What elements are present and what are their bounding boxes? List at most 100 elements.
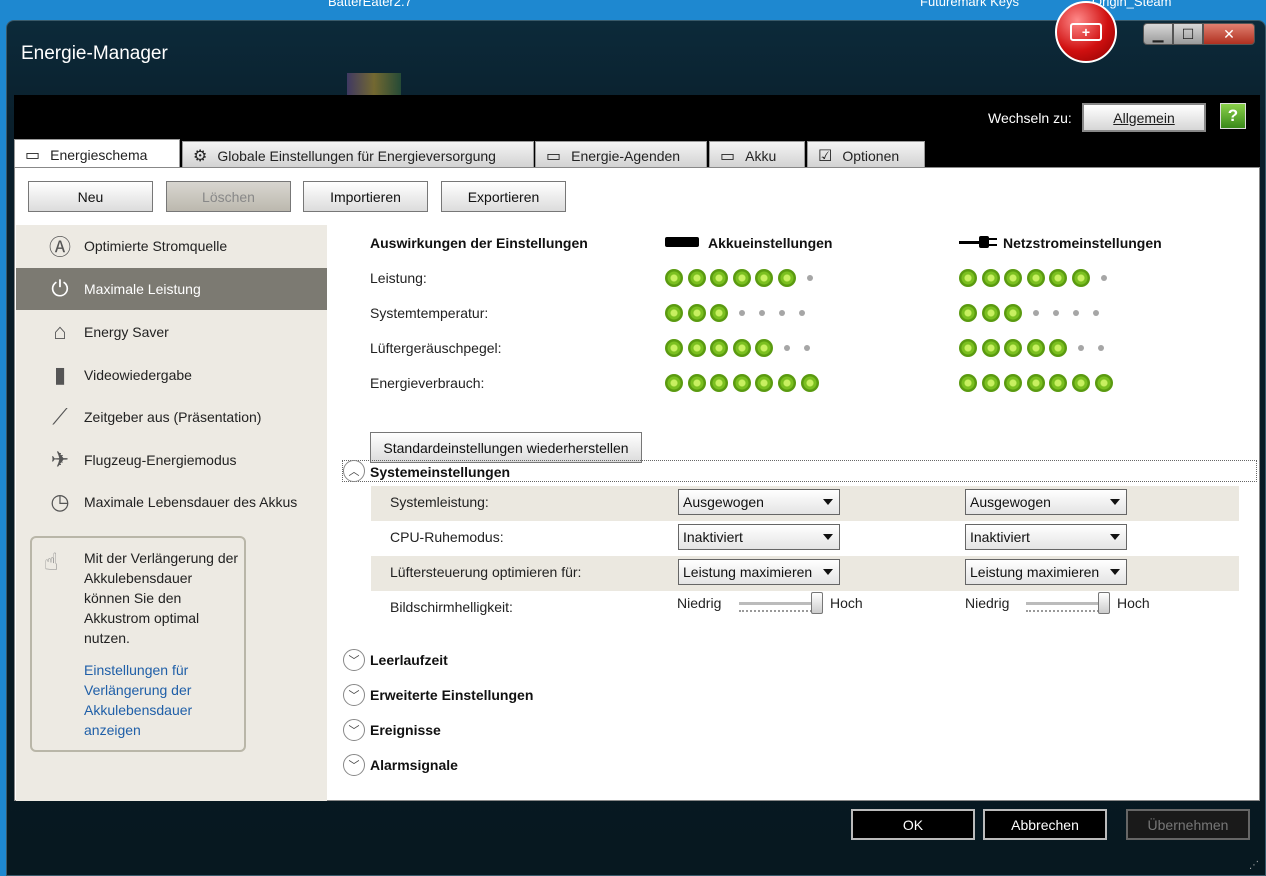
level-dot-on xyxy=(687,269,706,287)
dropdown-arrow-icon xyxy=(823,534,833,540)
tab-options[interactable]: ☑ Optionen xyxy=(807,141,925,169)
maximize-button[interactable]: ☐ xyxy=(1173,23,1203,45)
level-dot-off xyxy=(1077,345,1084,351)
level-dot-on xyxy=(665,304,683,322)
level-dot-off xyxy=(758,310,765,316)
sidebar-item-video[interactable]: ▮ Videowiedergabe xyxy=(16,354,327,396)
effect-row-label: Lüftergeräuschpegel: xyxy=(370,340,502,356)
tab-global-settings[interactable]: ⚙ Globale Einstellungen für Energieverso… xyxy=(182,141,534,169)
collapse-icon[interactable]: ︿ xyxy=(343,460,365,482)
level-dot-off xyxy=(1052,310,1059,316)
level-dot-on xyxy=(1049,269,1068,287)
background-thumbnail xyxy=(347,73,401,95)
import-button[interactable]: Importieren xyxy=(303,181,428,212)
sidebar-item-presentation[interactable]: ⟋ Zeitgeber aus (Präsentation) xyxy=(16,396,327,438)
slider-thumb[interactable] xyxy=(1098,592,1110,614)
desktop-icon-label: Futuremark Keys xyxy=(920,0,1019,9)
expand-icon[interactable]: ﹀ xyxy=(343,719,365,741)
ac-fan-control-select[interactable]: Leistung maximieren xyxy=(965,559,1127,585)
delete-button[interactable]: Löschen xyxy=(166,181,291,212)
level-dot-on xyxy=(959,374,977,392)
level-dot-on xyxy=(981,304,1000,322)
ok-button[interactable]: OK xyxy=(851,809,975,840)
desktop-icon-label: BatterEater2.7 xyxy=(328,0,412,9)
level-dot-on xyxy=(732,374,751,392)
apply-button[interactable]: Übernehmen xyxy=(1126,809,1250,840)
level-dot-on xyxy=(1071,374,1090,392)
section-idle-time[interactable]: Leerlaufzeit xyxy=(370,652,448,668)
export-button[interactable]: Exportieren xyxy=(441,181,566,212)
close-button[interactable]: ✕ xyxy=(1203,23,1255,45)
sidebar-item-airplane[interactable]: ✈ Flugzeug-Energiemodus xyxy=(16,439,327,481)
level-dot-on xyxy=(981,269,1000,287)
expand-icon[interactable]: ﹀ xyxy=(343,754,365,776)
level-dot-on xyxy=(959,269,977,287)
level-dot-off xyxy=(1097,345,1104,351)
section-events[interactable]: Ereignisse xyxy=(370,722,441,738)
level-dot-on xyxy=(665,269,683,287)
select-value: Inaktiviert xyxy=(683,529,743,545)
level-dot-off xyxy=(1072,310,1079,316)
dropdown-arrow-icon xyxy=(823,499,833,505)
slider-thumb[interactable] xyxy=(811,592,823,614)
expand-icon[interactable]: ﹀ xyxy=(343,649,365,671)
brightness-high-label: Hoch xyxy=(830,595,863,611)
ac-brightness-slider[interactable] xyxy=(1026,592,1110,618)
ac-performance-select[interactable]: Ausgewogen xyxy=(965,489,1127,515)
help-icon[interactable]: ? xyxy=(1220,103,1246,129)
setting-label: CPU-Ruhemodus: xyxy=(390,529,504,545)
tab-battery[interactable]: ▭ Akku xyxy=(709,141,805,169)
battery-icon: + xyxy=(1070,23,1102,41)
sidebar-item-label: Energy Saver xyxy=(84,324,169,340)
new-button[interactable]: Neu xyxy=(28,181,153,212)
level-dot-on xyxy=(777,374,796,392)
battery-level-indicator xyxy=(665,304,813,322)
expand-icon[interactable]: ﹀ xyxy=(343,684,365,706)
battery-fan-control-select[interactable]: Leistung maximieren xyxy=(678,559,840,585)
sidebar-item-max-performance[interactable]: ⏻ Maximale Leistung xyxy=(16,268,327,310)
battery-cpu-sleep-select[interactable]: Inaktiviert xyxy=(678,524,840,550)
level-dot-off xyxy=(803,345,810,351)
tab-label: Energieschema xyxy=(50,146,148,163)
switch-general-button[interactable]: Allgemein xyxy=(1082,103,1206,132)
checkbox-icon: ☑ xyxy=(818,147,833,165)
ac-settings-heading: Netzstromeinstellungen xyxy=(1003,235,1162,251)
tip-link[interactable]: Einstellungen für Verlängerung der Akkul… xyxy=(84,660,240,740)
ac-level-indicator xyxy=(959,339,1112,357)
battery-brightness-slider[interactable] xyxy=(739,592,823,618)
tab-label: Energie-Agenden xyxy=(571,147,681,164)
sidebar-item-optimized[interactable]: Ⓐ Optimierte Stromquelle xyxy=(16,225,327,267)
calendar-clock-icon: ▭ xyxy=(546,147,562,165)
effects-heading: Auswirkungen der Einstellungen xyxy=(370,235,588,251)
tab-label: Akku xyxy=(745,147,777,164)
sidebar-item-energy-saver[interactable]: ⌂ Energy Saver xyxy=(16,311,327,353)
level-dot-on xyxy=(665,339,683,357)
energy-manager-window: Energie-Manager ▁ ☐ ✕ + Wechseln zu: All… xyxy=(6,1,1266,876)
gear-icon: ⚙ xyxy=(193,147,208,165)
tab-energy-agendas[interactable]: ▭ Energie-Agenden xyxy=(535,141,707,169)
switch-label: Wechseln zu: xyxy=(988,110,1072,126)
ac-cpu-sleep-select[interactable]: Inaktiviert xyxy=(965,524,1127,550)
battery-performance-select[interactable]: Ausgewogen xyxy=(678,489,840,515)
battery-level-indicator xyxy=(665,374,823,392)
section-alarms[interactable]: Alarmsignale xyxy=(370,757,458,773)
resize-grip-icon[interactable]: ⋰ xyxy=(1249,860,1259,871)
window-title: Energie-Manager xyxy=(21,43,168,64)
level-dot-on xyxy=(1026,269,1045,287)
select-value: Leistung maximieren xyxy=(683,564,813,580)
level-dot-off xyxy=(738,310,745,316)
tab-energieschema[interactable]: ▭ Energieschema xyxy=(14,139,180,169)
power-icon: ⏻ xyxy=(51,276,69,301)
sidebar-item-max-battery-life[interactable]: ◷ Maximale Lebensdauer des Akkus xyxy=(16,481,327,523)
level-dot-on xyxy=(959,304,977,322)
level-dot-on xyxy=(732,269,751,287)
restore-defaults-button[interactable]: Standardeinstellungen wiederherstellen xyxy=(370,432,642,463)
effect-row-label: Leistung: xyxy=(370,270,427,286)
ac-level-indicator xyxy=(959,269,1115,287)
level-dot-on xyxy=(710,269,729,287)
ac-level-indicator xyxy=(959,304,1107,322)
section-advanced[interactable]: Erweiterte Einstellungen xyxy=(370,687,533,703)
minimize-button[interactable]: ▁ xyxy=(1143,23,1173,45)
cancel-button[interactable]: Abbrechen xyxy=(983,809,1107,840)
battery-level-indicator xyxy=(665,269,821,287)
